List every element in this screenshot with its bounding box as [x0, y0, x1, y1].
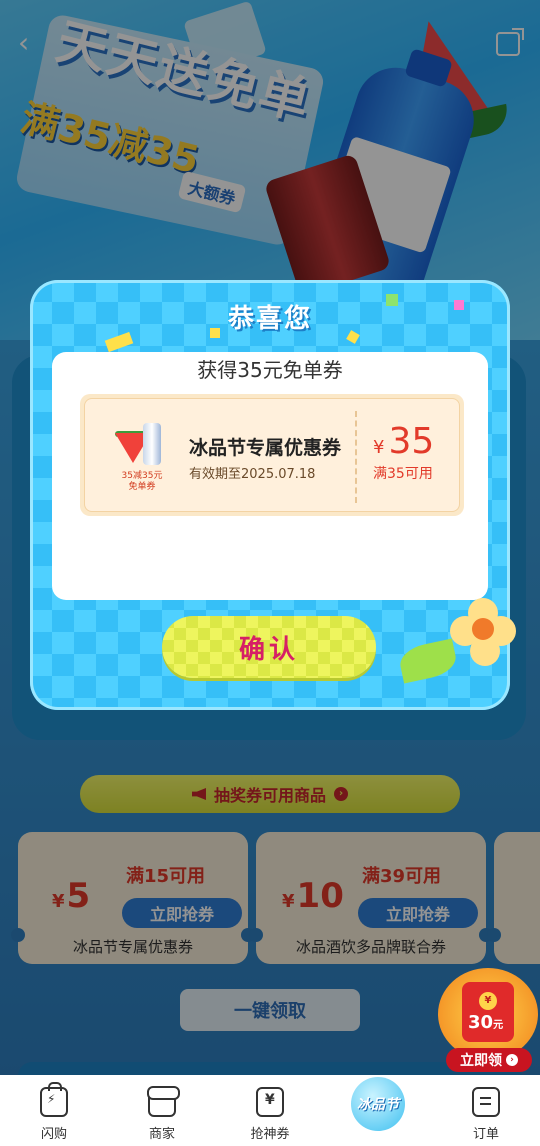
congrats-modal: 恭喜您 获得35元免单券 35减35元 免单券 冰品节专属优惠券 有效期至202…	[30, 280, 516, 710]
modal-content: 获得35元免单券 35减35元 免单券 冰品节专属优惠券 有效期至2025.07…	[52, 352, 488, 600]
tab-orders[interactable]: 订单	[432, 1075, 540, 1146]
confirm-button[interactable]: 确认	[162, 616, 376, 678]
coupon-image-label: 35减35元 免单券	[121, 471, 163, 492]
shopping-bag-icon	[40, 1082, 68, 1117]
ticket-icon	[256, 1087, 284, 1117]
bottom-tab-bar: 闪购 商家 抢神券 冰品节 订单	[0, 1075, 540, 1146]
tab-label: 商家	[148, 1127, 175, 1142]
tab-flash-buy[interactable]: 闪购	[0, 1075, 108, 1146]
won-coupon-ticket: 35减35元 免单券 冰品节专属优惠券 有效期至2025.07.18 ¥35 满…	[80, 394, 464, 516]
claim-now-button[interactable]: 立即领 ›	[446, 1048, 532, 1072]
red-packet-amount: 30元	[468, 1012, 504, 1033]
coupon-product-image	[115, 423, 167, 467]
tab-label: 抢神券	[250, 1127, 290, 1142]
tab-label: 闪购	[40, 1127, 67, 1142]
tab-ice-festival[interactable]: 冰品节	[324, 1075, 432, 1146]
beer-can-icon	[143, 423, 161, 465]
coupon-name: 冰品节专属优惠券	[189, 437, 342, 459]
chevron-right-icon: ›	[506, 1054, 518, 1066]
flower-decoration	[448, 598, 518, 678]
shop-icon	[147, 1086, 180, 1117]
coupon-validity: 有效期至2025.07.18	[189, 467, 316, 482]
red-packet-widget[interactable]: ¥ 30元 立即领 ›	[438, 968, 538, 1072]
order-icon	[472, 1087, 500, 1117]
coin-icon: ¥	[479, 992, 497, 1010]
ice-festival-icon: 冰品节	[351, 1077, 405, 1131]
tab-grab-coupons[interactable]: 抢神券	[216, 1075, 324, 1146]
modal-title: 恭喜您	[227, 304, 312, 334]
tab-label: 订单	[472, 1127, 499, 1142]
coupon-condition: 满35可用	[373, 466, 433, 482]
ticket-divider	[355, 411, 357, 503]
tab-merchants[interactable]: 商家	[108, 1075, 216, 1146]
modal-subtitle: 获得35元免单券	[197, 358, 343, 382]
coupon-amount: ¥35	[373, 421, 435, 462]
